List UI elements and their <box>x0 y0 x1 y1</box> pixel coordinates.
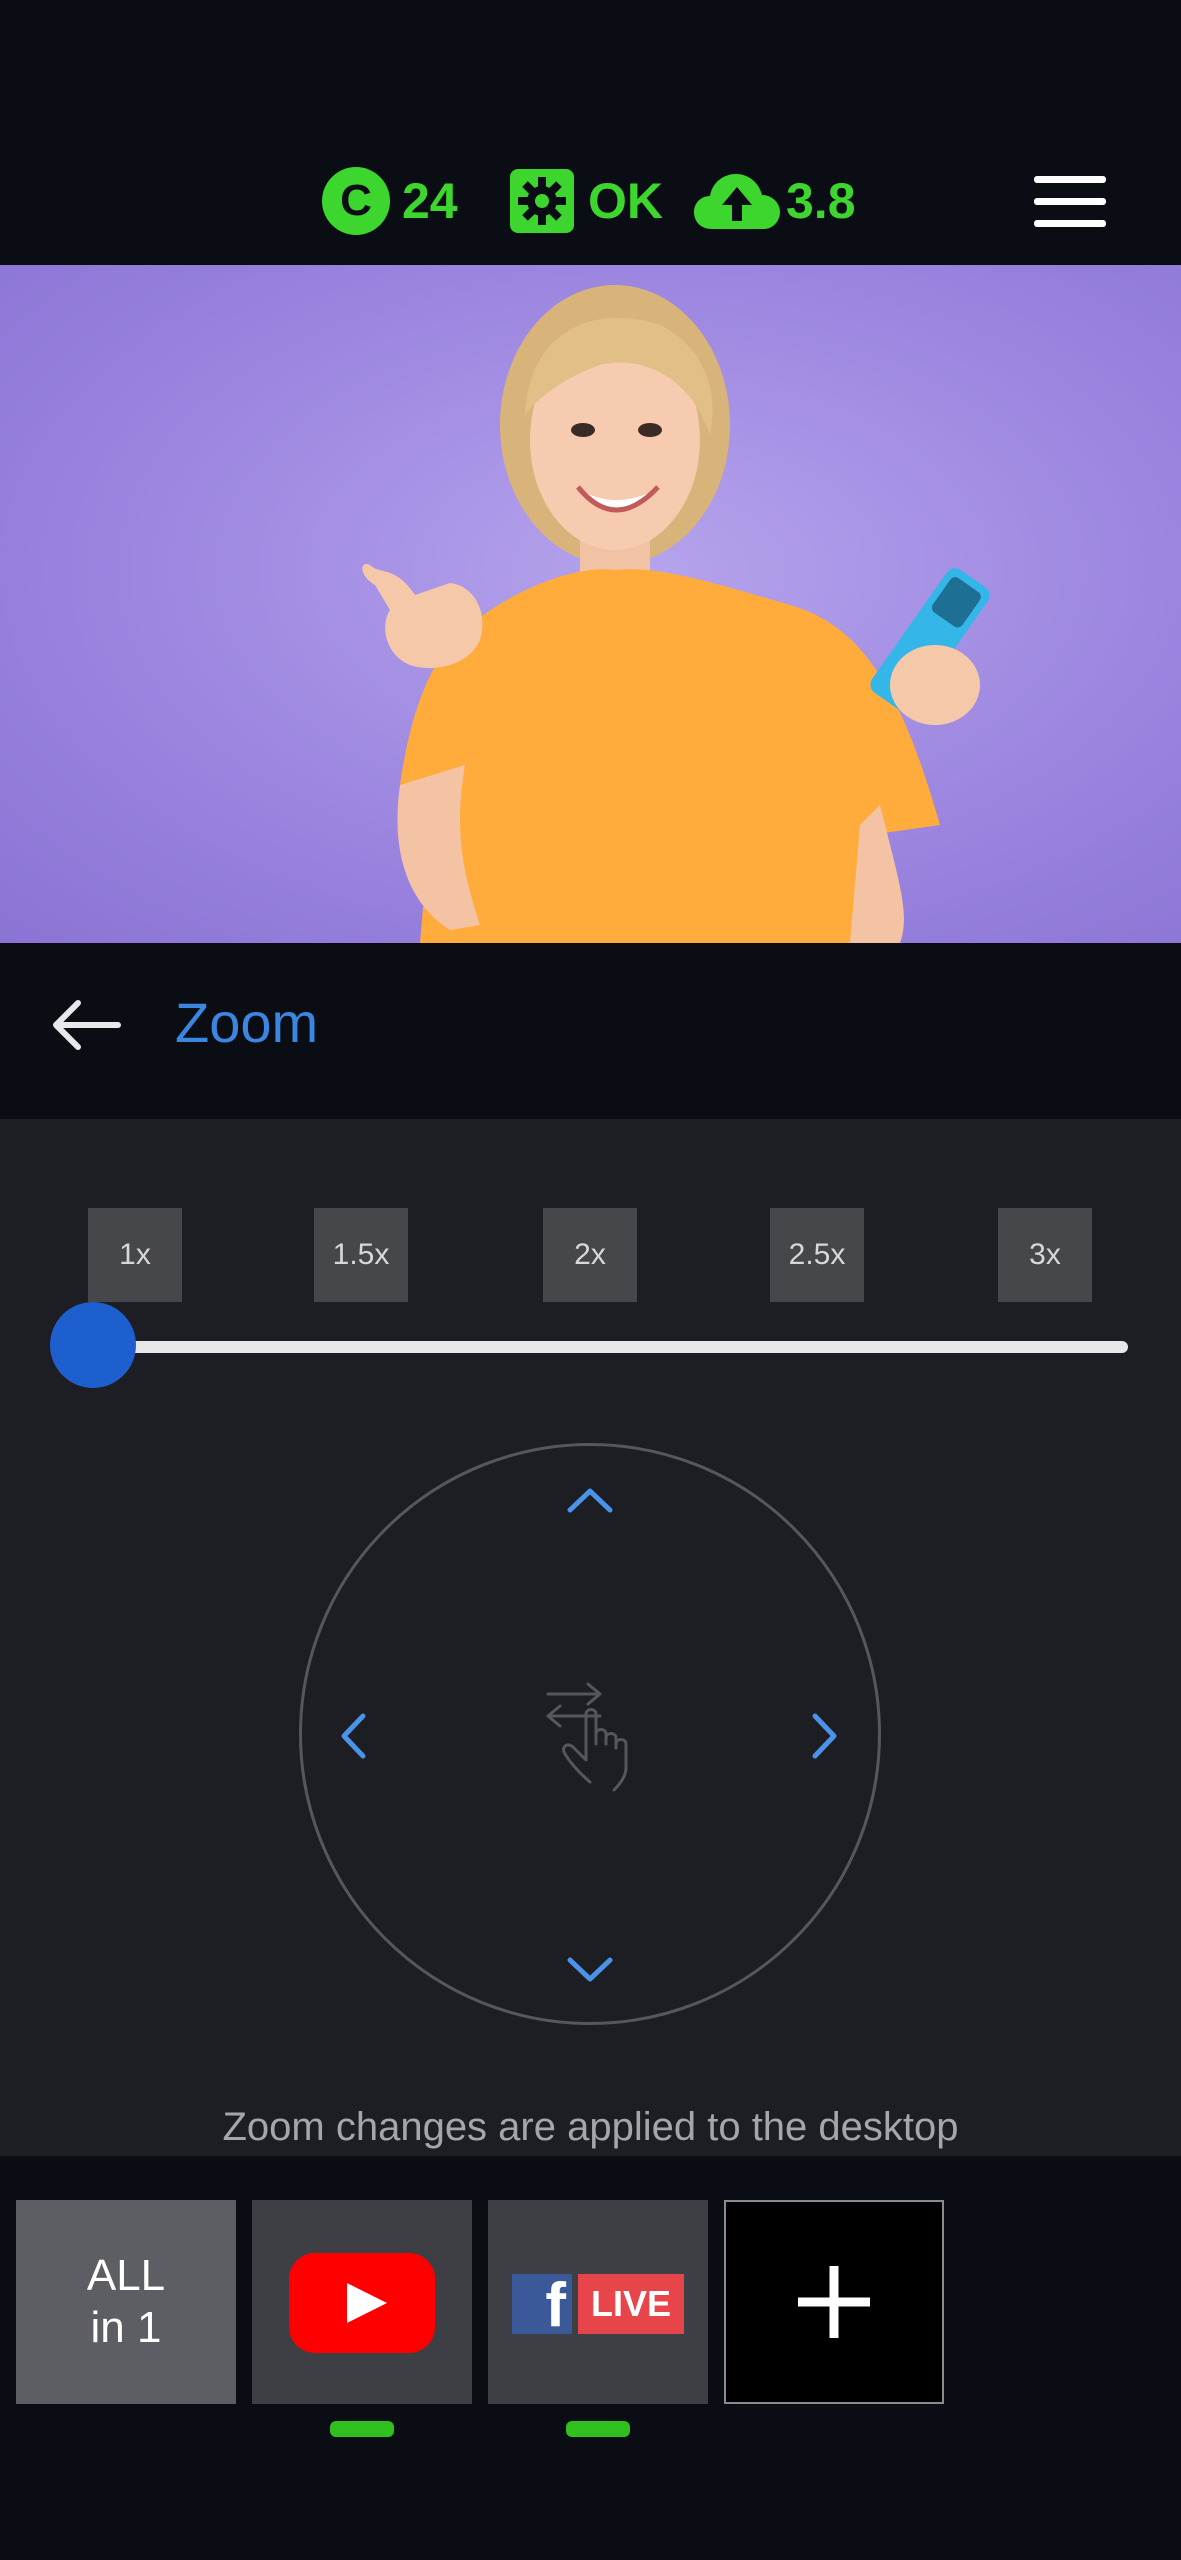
live-badge: LIVE <box>578 2274 684 2334</box>
settings-status-value: OK <box>588 173 663 229</box>
chevron-down-icon[interactable] <box>565 1955 615 1985</box>
menu-button[interactable] <box>1034 176 1106 228</box>
zoom-preset-3x[interactable]: 3x <box>998 1208 1092 1302</box>
credits-indicator[interactable]: C 24 <box>322 166 458 236</box>
zoom-preset-2x[interactable]: 2x <box>543 1208 637 1302</box>
zoom-hint-text: Zoom changes are applied to the desktop <box>222 2105 959 2149</box>
back-arrow-icon[interactable] <box>48 995 124 1055</box>
menu-icon-line <box>1034 198 1106 205</box>
zoom-preset-1x[interactable]: 1x <box>88 1208 182 1302</box>
facebook-logo-icon: f <box>512 2274 572 2334</box>
settings-status-indicator[interactable]: OK <box>510 166 663 236</box>
credits-icon: C <box>322 167 390 235</box>
menu-icon-line <box>1034 176 1106 183</box>
credits-value: 24 <box>402 173 458 229</box>
all-in-one-line1: ALL <box>86 2251 166 2300</box>
drag-gesture-icon <box>546 1682 628 1792</box>
zoom-preset-2-5x[interactable]: 2.5x <box>770 1208 864 1302</box>
zoom-title: Zoom <box>175 991 319 1054</box>
chevron-right-icon[interactable] <box>810 1711 840 1761</box>
zoom-preset-1-5x[interactable]: 1.5x <box>314 1208 408 1302</box>
facebook-letter: f <box>545 2274 566 2335</box>
youtube-logo-icon <box>289 2253 435 2353</box>
facebook-active-indicator <box>566 2421 630 2437</box>
menu-icon-line <box>1034 220 1106 227</box>
all-in-one-line2: in 1 <box>90 2303 162 2352</box>
upload-speed-value: 3.8 <box>786 173 856 229</box>
add-destination-button[interactable] <box>724 2200 944 2404</box>
zoom-slider-thumb[interactable] <box>50 1302 136 1388</box>
chevron-up-icon[interactable] <box>565 1485 615 1515</box>
chevron-left-icon[interactable] <box>338 1711 368 1761</box>
destination-facebook-live[interactable]: f LIVE <box>488 2200 708 2404</box>
upload-speed-indicator[interactable]: 3.8 <box>694 166 856 236</box>
youtube-active-indicator <box>330 2421 394 2437</box>
preview-subject-illustration <box>362 285 990 943</box>
destination-all-in-one[interactable]: ALL in 1 <box>16 2200 236 2404</box>
cloud-upload-icon <box>694 174 780 229</box>
plus-icon <box>798 2266 870 2338</box>
zoom-slider-track[interactable] <box>90 1341 1128 1353</box>
destination-youtube[interactable] <box>252 2200 472 2404</box>
camera-preview <box>0 265 1181 943</box>
gear-icon <box>510 169 574 233</box>
